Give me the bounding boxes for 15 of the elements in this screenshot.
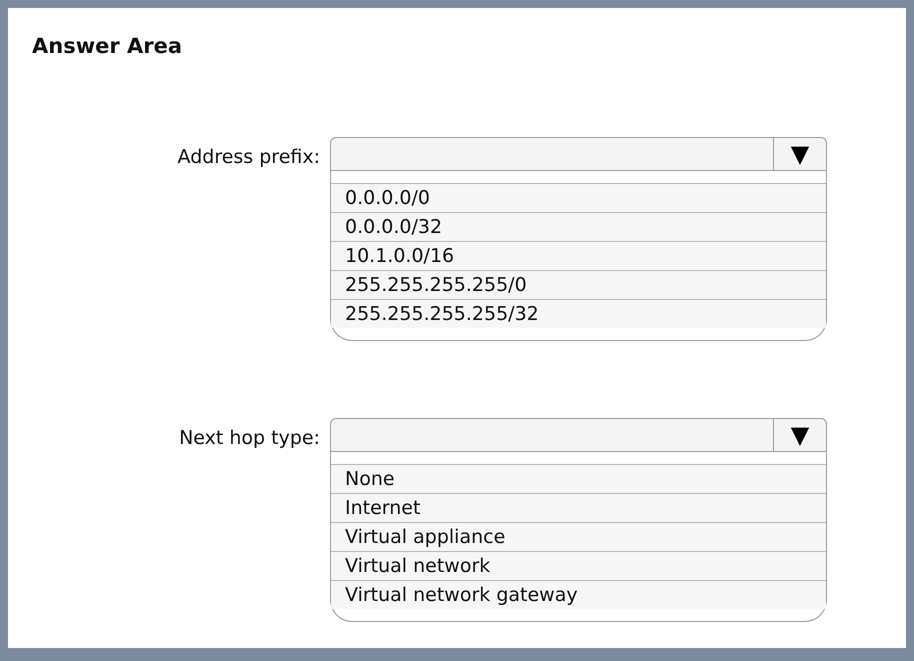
option-item[interactable]: 0.0.0.0/32 [331, 212, 826, 241]
panel-title: Answer Area [32, 36, 182, 57]
option-item[interactable]: 255.255.255.255/0 [331, 270, 826, 299]
field-label: Next hop type: [179, 427, 320, 451]
option-item[interactable]: Virtual network [331, 551, 826, 580]
option-item[interactable]: 255.255.255.255/32 [331, 299, 826, 328]
option-item[interactable]: None [331, 464, 826, 493]
option-item[interactable]: Virtual network gateway [331, 580, 826, 609]
option-item[interactable]: Virtual appliance [331, 522, 826, 551]
dropdown-field[interactable]: ▼ [330, 418, 827, 452]
option-item[interactable]: 0.0.0.0/0 [331, 183, 826, 212]
field-label: Address prefix: [178, 146, 320, 170]
option-item[interactable]: 10.1.0.0/16 [331, 241, 826, 270]
option-item[interactable]: Internet [331, 493, 826, 522]
dropdown-field[interactable]: ▼ [330, 137, 827, 171]
